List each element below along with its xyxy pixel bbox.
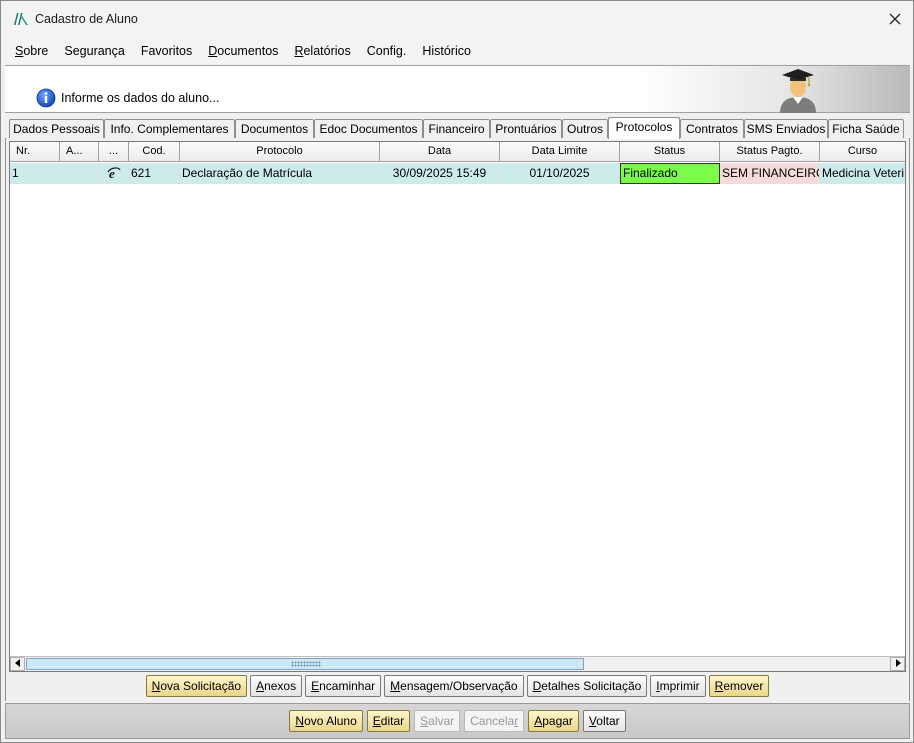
protocol-grid[interactable]: Nr. A... ... Cod. Protocolo Data Data Li… <box>9 141 906 672</box>
bottom-toolbar: Novo Aluno Editar Salvar Cancelar Apagar… <box>5 703 910 739</box>
graduate-avatar-icon <box>780 69 816 113</box>
anexos-button[interactable]: Anexos <box>250 675 303 697</box>
header-panel: Informe os dados do aluno... <box>5 65 910 113</box>
editar-button[interactable]: Editar <box>366 710 411 732</box>
salvar-button[interactable]: Salvar <box>414 710 461 732</box>
tab-dados-pessoais[interactable]: Dados Pessoais <box>9 119 104 139</box>
apagar-button[interactable]: Apagar <box>528 710 579 732</box>
encaminhar-button[interactable]: Encaminhar <box>305 675 382 697</box>
tab-financeiro[interactable]: Financeiro <box>423 119 490 139</box>
menu-favoritos[interactable]: Favoritos <box>133 44 200 58</box>
novo-aluno-button[interactable]: Novo Aluno <box>289 710 363 732</box>
menu-seguranca[interactable]: Segurança <box>56 44 132 58</box>
col-header-cod[interactable]: Cod. <box>129 142 180 162</box>
title-bar: Cadastro de Aluno <box>1 1 913 37</box>
cell-cod: 621 <box>129 163 180 184</box>
cell-status-pagto: SEM FINANCEIRO <box>720 163 820 184</box>
scroll-left-button[interactable] <box>10 657 25 671</box>
tab-ficha-saude[interactable]: Ficha Saúde <box>828 119 904 139</box>
col-header-status[interactable]: Status <box>620 142 720 162</box>
col-header-nr[interactable]: Nr. <box>10 142 60 162</box>
arrow-left-icon <box>14 659 20 667</box>
cell-nr: 1 <box>10 163 60 184</box>
grid-header: Nr. A... ... Cod. Protocolo Data Data Li… <box>10 142 905 162</box>
col-header-data[interactable]: Data <box>380 142 500 162</box>
tab-prontuarios[interactable]: Prontuários <box>490 119 562 139</box>
col-header-protocolo[interactable]: Protocolo <box>180 142 380 162</box>
cell-protocolo: Declaração de Matrícula <box>180 163 380 184</box>
tab-strip: Dados Pessoais Info. Complementares Docu… <box>5 117 910 139</box>
tab-edoc-documentos[interactable]: Edoc Documentos <box>314 119 423 139</box>
col-header-data-limite[interactable]: Data Limite <box>500 142 620 162</box>
main-window: Cadastro de Aluno Sobre Segurança Favori… <box>0 0 914 743</box>
tab-content-protocolos: Nr. A... ... Cod. Protocolo Data Data Li… <box>5 138 910 701</box>
arrow-right-icon <box>895 659 901 667</box>
status-badge: Finalizado <box>620 163 720 184</box>
ie-icon: e <box>106 166 121 181</box>
table-row[interactable]: 1 e 621 Declaração de Matrícula 30/09/20… <box>10 163 905 184</box>
cell-data-limite: 01/10/2025 <box>500 163 620 184</box>
imprimir-button[interactable]: Imprimir <box>650 675 706 697</box>
scrollbar-grip <box>291 661 321 667</box>
detalhes-solicitacao-button[interactable]: Detalhes Solicitação <box>526 675 648 697</box>
col-header-curso[interactable]: Curso <box>820 142 905 162</box>
cancelar-button[interactable]: Cancelar <box>464 710 525 732</box>
mensagem-observacao-button[interactable]: Mensagem/Observação <box>384 675 524 697</box>
header-gradient <box>640 66 910 112</box>
cell-data: 30/09/2025 15:49 <box>380 163 500 184</box>
menu-bar: Sobre Segurança Favoritos Documentos Rel… <box>1 37 913 64</box>
info-icon <box>36 88 56 108</box>
cell-icon: e <box>99 163 129 184</box>
header-info-text: Informe os dados do aluno... <box>61 91 220 105</box>
tab-sms-enviados[interactable]: SMS Enviados <box>744 119 828 139</box>
close-icon <box>889 13 901 25</box>
menu-historico[interactable]: Histórico <box>414 44 479 58</box>
tab-documentos[interactable]: Documentos <box>235 119 314 139</box>
scroll-right-button[interactable] <box>890 657 905 671</box>
col-header-icon[interactable]: ... <box>99 142 129 162</box>
app-logo-icon <box>14 13 28 25</box>
cell-a <box>60 163 99 184</box>
remover-button[interactable]: Remover <box>708 675 770 697</box>
col-header-status-pagto[interactable]: Status Pagto. <box>720 142 820 162</box>
tab-protocolos[interactable]: Protocolos <box>608 117 680 139</box>
tab-outros[interactable]: Outros <box>562 119 608 139</box>
menu-relatorios[interactable]: Relatórios <box>286 44 358 58</box>
protocol-action-bar: Nova Solicitação Anexos Encaminhar Mensa… <box>6 671 909 701</box>
tab-info-complementares[interactable]: Info. Complementares <box>104 119 235 139</box>
close-button[interactable] <box>883 7 907 31</box>
window-title: Cadastro de Aluno <box>35 12 138 26</box>
col-header-a[interactable]: A... <box>60 142 99 162</box>
cell-curso: Medicina Veteri... <box>820 163 905 184</box>
nova-solicitacao-button[interactable]: Nova Solicitação <box>145 675 248 697</box>
tab-contratos[interactable]: Contratos <box>680 119 744 139</box>
voltar-button[interactable]: Voltar <box>582 710 626 732</box>
menu-documentos[interactable]: Documentos <box>200 44 286 58</box>
menu-sobre[interactable]: Sobre <box>7 44 56 58</box>
horizontal-scrollbar[interactable] <box>10 656 905 671</box>
menu-config[interactable]: Config. <box>359 44 415 58</box>
scrollbar-thumb[interactable] <box>26 658 584 670</box>
